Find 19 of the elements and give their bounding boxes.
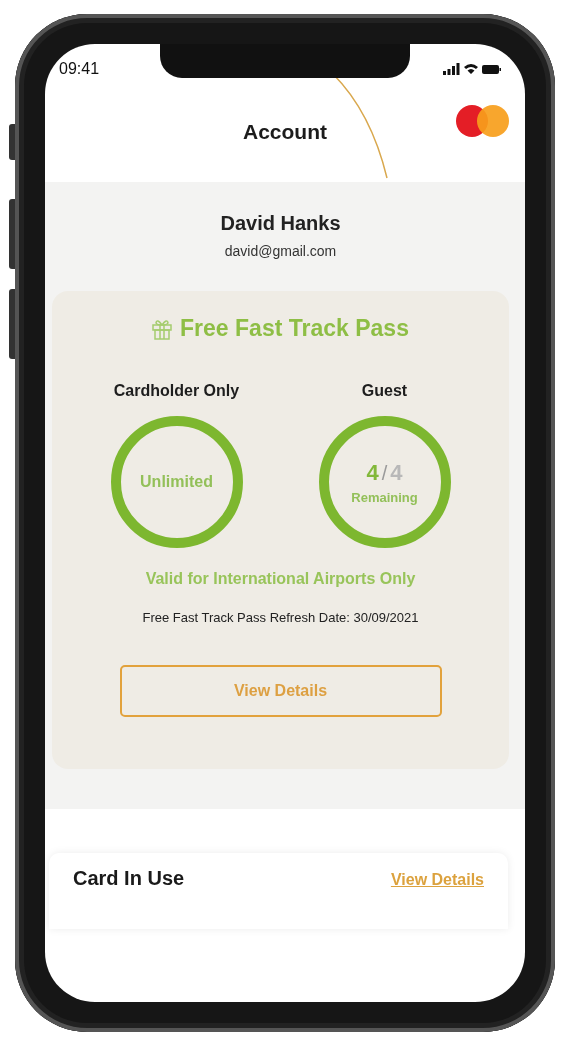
page-title: Account — [243, 120, 327, 144]
pass-count: 4 — [366, 459, 379, 486]
pass-label: Cardholder Only — [113, 382, 240, 400]
pass-caption: Remaining — [351, 489, 418, 505]
pass-label: Guest — [361, 382, 408, 400]
card-logo — [455, 104, 511, 138]
gift-icon — [152, 317, 173, 340]
view-details-button[interactable]: View Details — [119, 665, 442, 717]
count-separator: / — [381, 461, 388, 485]
section-title: Card In Use — [73, 867, 185, 890]
status-time: 09:41 — [59, 60, 100, 78]
view-details-link[interactable]: View Details — [390, 871, 484, 889]
validity-note: Valid for International Airports Only — [145, 570, 416, 588]
pass-value: Unlimited — [140, 473, 213, 491]
user-email: david@gmail.com — [224, 243, 337, 259]
pass-title: Free Fast Track Pass — [180, 315, 409, 342]
status-icons — [443, 62, 501, 76]
user-name: David Hanks — [220, 212, 341, 235]
refresh-date: Free Fast Track Pass Refresh Date: 30/09/2021 — [142, 610, 419, 625]
